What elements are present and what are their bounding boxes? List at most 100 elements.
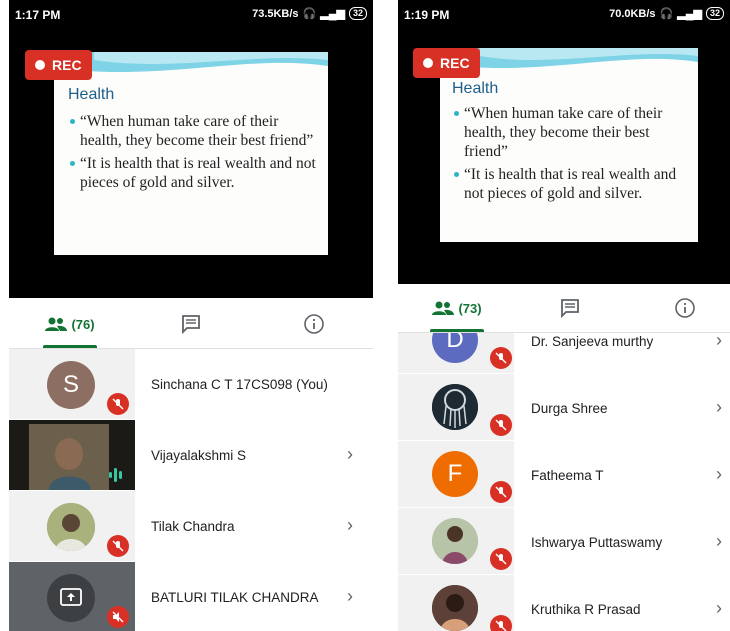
tab-bar: (76) [9,300,373,349]
participant-list[interactable]: D Dr. Sanjeeva murthy › Durga Shree › F … [398,333,730,631]
participant-row[interactable]: Durga Shree › [398,374,730,440]
participant-name: Kruthika R Prasad [531,602,641,617]
avatar-photo [432,384,478,430]
chevron-right-icon[interactable]: › [347,586,353,607]
tab-chat[interactable] [556,284,584,332]
speaking-indicator-icon [109,468,122,482]
info-icon [304,314,324,334]
rec-badge: REC [413,48,480,78]
tab-info[interactable] [301,300,327,348]
chevron-right-icon[interactable]: › [716,397,722,418]
status-bar: 1:19 PM 70.0KB/s 🎧 ▂▄▆ 32 [398,0,730,30]
avatar-tile: S [9,349,135,419]
slide-bullet: “It is health that is real wealth and no… [68,154,318,192]
chevron-right-icon[interactable]: › [716,531,722,552]
avatar: S [47,361,95,409]
participant-row[interactable]: Kruthika R Prasad › [398,575,730,631]
tab-bar: (73) [398,284,730,333]
participant-row[interactable]: Vijayalakshmi S › [9,420,373,490]
mic-muted-icon [490,347,512,369]
participant-row[interactable]: S Sinchana C T 17CS098 (You) [9,349,373,419]
active-tab-indicator [430,329,484,332]
participant-name: BATLURI TILAK CHANDRA [151,590,319,605]
chevron-right-icon[interactable]: › [716,333,722,351]
status-bar: 1:17 PM 73.5KB/s 🎧 ▂▄▆ 32 [9,0,373,30]
mic-muted-icon [107,535,129,557]
people-count: (73) [458,300,482,316]
record-icon [423,58,433,68]
chat-icon [182,315,200,334]
avatar-tile [9,491,135,561]
mic-muted-icon [490,414,512,436]
headset-icon: 🎧 [659,8,674,20]
tab-chat[interactable] [177,300,205,348]
participant-name: Sinchana C T 17CS098 (You) [151,377,328,392]
camera-video-tile [9,420,135,490]
network-speed: 70.0KB/s [609,7,656,20]
participant-row[interactable]: Ishwarya Puttaswamy › [398,508,730,574]
slide: Health “When human take care of their he… [54,52,328,255]
status-time: 1:17 PM [15,8,61,22]
slide-bullets: “When human take care of their health, t… [452,104,692,207]
tab-people[interactable]: (76) [43,300,97,348]
chevron-right-icon[interactable]: › [347,444,353,465]
participant-name: Vijayalakshmi S [151,448,247,463]
present-screen-icon [47,574,95,622]
presentation-video[interactable]: REC Health “When human take care of thei… [9,30,373,298]
slide-title: Health [452,80,499,97]
chat-icon [561,299,579,318]
avatar-tile [398,508,514,574]
rec-label: REC [52,57,82,73]
headset-icon: 🎧 [302,8,317,20]
people-count: (76) [71,316,95,332]
avatar-tile: D [398,333,514,373]
sound-muted-icon [107,606,129,628]
avatar: D [432,333,478,363]
participant-name: Tilak Chandra [151,519,235,534]
rec-badge: REC [25,50,92,80]
avatar-photo [432,585,478,631]
right-screenshot: 1:19 PM 70.0KB/s 🎧 ▂▄▆ 32 REC Health “Wh… [398,0,730,631]
participant-name: Durga Shree [531,401,608,416]
participant-row[interactable]: F Fatheema T › [398,441,730,507]
avatar-photo [432,518,478,564]
presenting-tile [9,562,135,631]
mic-muted-icon [490,481,512,503]
info-icon [675,298,695,318]
avatar: F [432,451,478,497]
tab-info[interactable] [672,284,698,332]
people-icon [45,317,68,331]
presentation-video[interactable]: REC Health “When human take care of thei… [398,30,730,284]
slide-bullet: “When human take care of their health, t… [68,112,318,150]
slide: Health “When human take care of their he… [440,48,698,242]
signal-icon: ▂▄▆ [320,8,345,20]
tab-people[interactable]: (73) [430,284,484,332]
slide-bullet: “It is health that is real wealth and no… [452,165,692,203]
avatar-tile [398,374,514,440]
battery-icon: 32 [348,7,367,20]
chevron-right-icon[interactable]: › [716,464,722,485]
avatar-tile [398,575,514,631]
avatar-photo [47,503,95,551]
status-time: 1:19 PM [404,8,450,22]
slide-title: Health [68,86,115,103]
participant-name: Fatheema T [531,468,604,483]
participant-name: Ishwarya Puttaswamy [531,535,663,550]
slide-bullet: “When human take care of their health, t… [452,104,692,161]
active-tab-indicator [43,345,97,348]
slide-bullets: “When human take care of their health, t… [68,112,318,196]
rec-label: REC [440,55,470,71]
mic-muted-icon [490,548,512,570]
mic-muted-icon [490,615,512,631]
signal-icon: ▂▄▆ [677,8,702,20]
participant-name: Dr. Sanjeeva murthy [531,334,654,349]
chevron-right-icon[interactable]: › [716,598,722,619]
participant-row[interactable]: BATLURI TILAK CHANDRA › [9,562,373,631]
chevron-right-icon[interactable]: › [347,515,353,536]
avatar-tile: F [398,441,514,507]
mic-muted-icon [107,393,129,415]
slide-header-decoration [54,52,328,73]
participant-row[interactable]: Tilak Chandra › [9,491,373,561]
participant-row[interactable]: D Dr. Sanjeeva murthy › [398,333,730,373]
people-icon [432,301,455,315]
